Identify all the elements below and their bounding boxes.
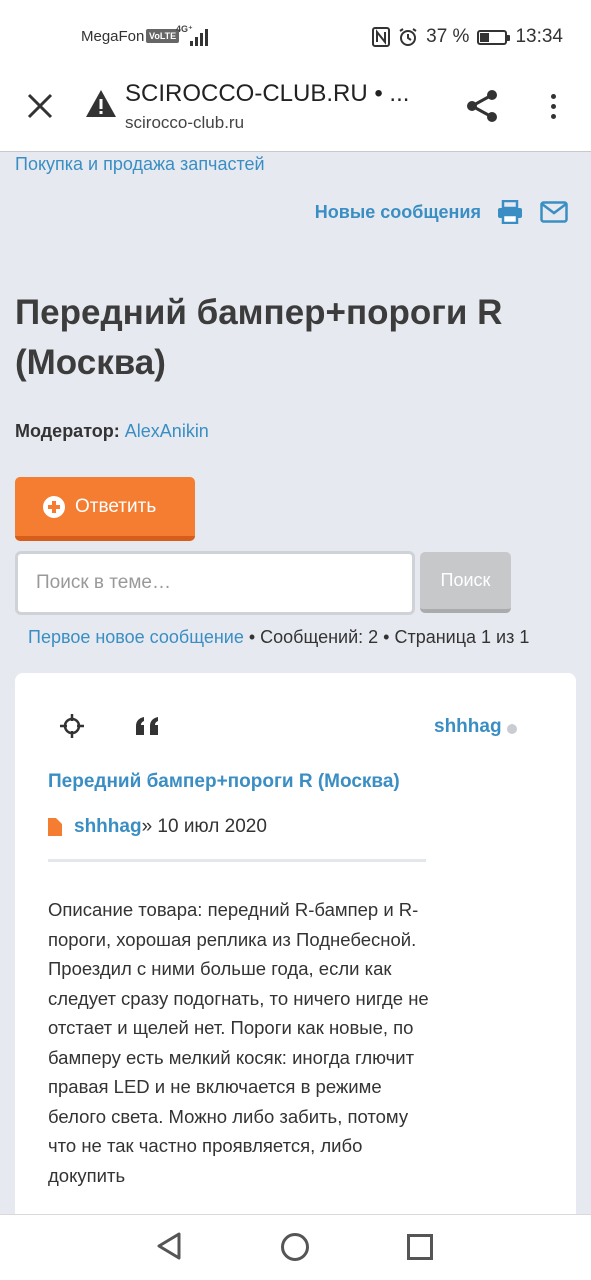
plus-circle-icon: [43, 495, 65, 518]
clock: 13:34: [515, 26, 563, 47]
volte-badge: VoLTE: [146, 29, 180, 43]
reply-label: Ответить: [75, 495, 157, 517]
nav-recent-icon[interactable]: [407, 1234, 433, 1260]
post-title[interactable]: Передний бампер+пороги R (Москва): [48, 771, 400, 793]
post-byline: shhhag » 10 июл 2020: [48, 816, 267, 838]
mail-icon[interactable]: [539, 197, 569, 227]
signal-icon: [190, 28, 210, 46]
topic-meta: Первое новое сообщение • Сообщений: 2 • …: [28, 627, 529, 648]
nav-back-icon[interactable]: [155, 1231, 183, 1261]
moderator-label: Модератор:: [15, 421, 120, 441]
topic-search-input[interactable]: Поиск в теме…: [15, 551, 415, 615]
breadcrumb[interactable]: Покупка и продажа запчастей: [15, 154, 265, 175]
post-body: Описание товара: передний R-бампер и R-п…: [48, 899, 429, 1186]
post-author[interactable]: shhhag: [434, 716, 502, 738]
byline-author[interactable]: shhhag: [74, 816, 142, 838]
post-date: » 10 июл 2020: [141, 816, 267, 837]
topic-stats: • Сообщений: 2 • Страница 1 из 1: [243, 627, 530, 647]
battery-icon: [477, 29, 511, 45]
status-bar: MegaFon VoLTE 4G⁺ 37 % 13:34: [0, 0, 591, 72]
share-icon[interactable]: [462, 86, 502, 126]
browser-toolbar: SCIROCCO-CLUB.RU • ... scirocco-club.ru: [0, 72, 591, 152]
alarm-icon: [399, 28, 417, 46]
system-nav-bar: [0, 1214, 591, 1280]
crosshair-icon[interactable]: [59, 713, 85, 739]
document-icon: [48, 818, 62, 836]
carrier-name: MegaFon: [81, 28, 145, 45]
new-posts-link[interactable]: Новые сообщения: [315, 202, 481, 223]
warning-icon[interactable]: [84, 88, 118, 120]
divider: [48, 859, 426, 862]
quote-icon[interactable]: [134, 715, 162, 737]
nfc-icon: [372, 27, 391, 47]
more-vert-icon[interactable]: [533, 86, 573, 126]
first-new-post-link[interactable]: Первое новое сообщение: [28, 627, 244, 647]
print-icon[interactable]: [495, 197, 525, 227]
nav-home-icon[interactable]: [281, 1233, 309, 1261]
status-right: 37 % 13:34: [372, 25, 563, 49]
moderator-line: Модератор: AlexAnikin: [15, 421, 209, 442]
search-button[interactable]: Поиск: [420, 552, 511, 613]
offline-status-dot: [507, 724, 517, 734]
url-host[interactable]: scirocco-club.ru: [125, 113, 244, 133]
reply-button[interactable]: Ответить: [15, 477, 195, 541]
topic-title: Передний бампер+пороги R (Москва): [15, 293, 503, 382]
close-icon[interactable]: [20, 86, 60, 126]
battery-percent: 37 %: [426, 26, 470, 47]
topic-actions: Новые сообщения: [315, 196, 569, 228]
post-card: shhhag Передний бампер+пороги R (Москва)…: [15, 673, 576, 1233]
moderator-link[interactable]: AlexAnikin: [125, 421, 209, 441]
page-title-bar[interactable]: SCIROCCO-CLUB.RU • ...: [125, 80, 409, 108]
